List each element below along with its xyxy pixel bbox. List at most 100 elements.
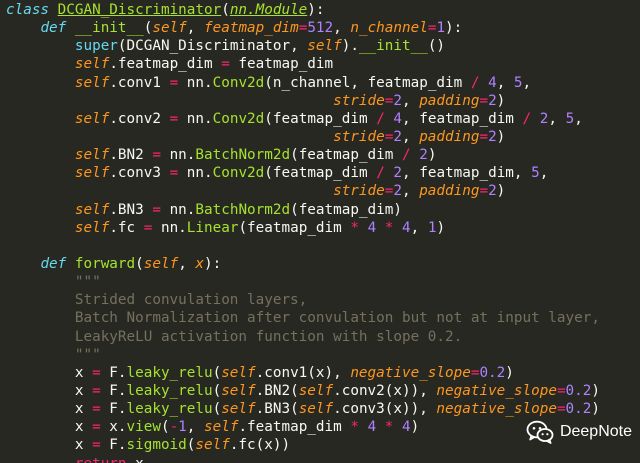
code-token: ): [505, 364, 514, 381]
code-token: self: [298, 401, 334, 418]
code-token: __init__: [74, 20, 144, 37]
code-line: stride=2, padding=2): [6, 92, 600, 110]
code-token: 1: [178, 419, 187, 436]
code-token: self: [74, 147, 110, 164]
code-token: ): [591, 382, 600, 399]
code-token: return: [75, 456, 127, 463]
code-token: self: [298, 382, 334, 399]
code-token: class: [6, 2, 50, 18]
code-token: .conv1: [109, 74, 170, 91]
code-token: Batch Normalization after convulation bu…: [74, 310, 600, 327]
code-token: (: [221, 2, 230, 18]
code-token: BatchNorm2d: [195, 201, 291, 218]
code-token: self: [74, 110, 110, 127]
code-token: self: [307, 38, 342, 55]
code-token: , featmap_dim,: [402, 165, 532, 182]
code-token: =: [152, 147, 161, 164]
code-token: self: [204, 419, 239, 436]
code-line: super(DCGAN_Discriminator, self).__init_…: [6, 37, 600, 55]
code-token: leaky_relu: [126, 364, 213, 381]
code-token: leaky_relu: [126, 401, 213, 418]
code-token: stride: [333, 92, 385, 109]
code-token: padding: [419, 92, 480, 109]
code-token: (n_channel, featmap_dim: [264, 74, 471, 91]
code-token: 2: [488, 92, 497, 109]
code-token: x: [6, 437, 93, 454]
code-line: self.BN3 = nn.BatchNorm2d(featmap_dim): [6, 201, 600, 219]
code-token: self: [74, 165, 110, 182]
code-line: self.fc = nn.Linear(featmap_dim * 4 * 4,…: [6, 219, 600, 237]
code-token: self: [143, 255, 179, 272]
code-token: *: [350, 419, 359, 436]
code-token: (: [160, 419, 170, 436]
code-token: featmap_dim: [204, 20, 299, 37]
code-block: class DCGAN_Discriminator(nn.Module): de…: [6, 1, 600, 463]
code-token: ,: [333, 20, 351, 37]
code-token: .conv2: [109, 110, 170, 127]
code-line: def forward(self, x):: [6, 255, 600, 273]
code-token: BatchNorm2d: [195, 147, 291, 164]
code-token: .BN3: [109, 201, 153, 218]
code-token: .fc: [109, 219, 144, 236]
code-token: .conv1(x),: [255, 364, 351, 381]
code-token: (featmap_dim): [290, 201, 402, 218]
code-token: 5: [531, 165, 540, 182]
code-token: =: [556, 401, 566, 418]
code-line: self.conv3 = nn.Conv2d(featmap_dim / 2, …: [6, 164, 600, 182]
code-token: =: [169, 74, 179, 91]
code-line: self.conv2 = nn.Conv2d(featmap_dim / 4, …: [6, 110, 600, 128]
code-token: =: [92, 382, 101, 399]
code-token: 2: [393, 128, 402, 145]
code-token: =: [479, 92, 489, 109]
code-token: leaky_relu: [126, 382, 213, 399]
code-token: 2: [419, 147, 428, 164]
code-token: self: [152, 20, 187, 37]
code-token: /: [522, 110, 532, 127]
code-token: ,: [539, 165, 549, 182]
code-token: ): [427, 147, 437, 164]
code-token: """: [74, 346, 101, 363]
code-token: Conv2d: [212, 110, 265, 127]
code-token: .fc(x)): [229, 437, 291, 454]
code-token: (featmap_dim: [264, 110, 377, 127]
code-token: n_channel: [350, 20, 428, 37]
code-token: 4: [367, 419, 377, 436]
code-token: -: [169, 419, 179, 436]
code-line: self.conv1 = nn.Conv2d(n_channel, featma…: [6, 74, 600, 92]
code-token: x: [127, 456, 144, 463]
code-token: =: [92, 364, 101, 381]
code-token: negative_slope: [350, 364, 471, 381]
code-token: nn.Module: [229, 2, 308, 18]
code-token: nn.: [160, 147, 196, 164]
code-token: =: [479, 183, 489, 200]
code-token: ,: [186, 20, 205, 37]
code-token: Conv2d: [212, 165, 265, 182]
code-line: """: [6, 346, 600, 364]
code-token: ): [410, 419, 420, 436]
code-token: ): [436, 219, 446, 236]
code-token: self: [221, 382, 256, 399]
code-token: =: [221, 56, 230, 73]
code-token: negative_slope: [436, 382, 557, 399]
code-token: 2: [488, 128, 497, 145]
code-token: LeakyReLU activation function with slope…: [74, 328, 463, 345]
code-token: ): [496, 183, 506, 200]
code-token: super: [74, 38, 118, 55]
code-token: nn.: [152, 219, 187, 236]
code-token: x: [6, 401, 93, 418]
code-token: =: [152, 201, 161, 218]
code-token: 4: [367, 219, 377, 236]
watermark: DeepNote: [526, 420, 632, 444]
code-editor[interactable]: class DCGAN_Discriminator(nn.Module): de…: [0, 0, 640, 463]
code-token: nn.: [178, 165, 213, 182]
